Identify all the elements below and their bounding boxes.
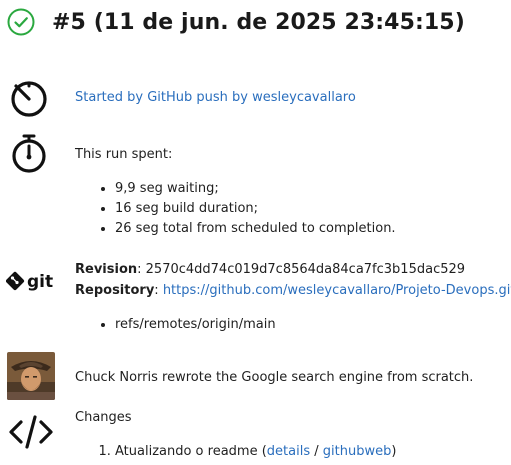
timing-item: 9,9 seg waiting;: [115, 179, 396, 199]
ref-item: refs/remotes/origin/main: [115, 315, 276, 335]
timing-item: 26 seg total from scheduled to completio…: [115, 219, 396, 239]
revision-line: Revision: 2570c4dd74c019d7c8564da84ca7fc…: [75, 262, 465, 277]
git-logo-icon: git: [5, 270, 56, 296]
githubweb-link[interactable]: githubweb: [323, 444, 392, 459]
change-separator: /: [310, 444, 323, 459]
trigger-link[interactable]: Started by GitHub push by wesleycavallar…: [75, 90, 356, 105]
chuck-norris-avatar: [7, 352, 55, 400]
change-text: Atualizando o readme (: [115, 444, 267, 459]
timing-intro: This run spent:: [75, 147, 173, 162]
repository-separator: :: [154, 283, 163, 298]
stopwatch-icon: [8, 133, 50, 179]
code-icon: [8, 414, 54, 454]
repository-label: Repository: [75, 283, 155, 298]
success-check-icon: [6, 7, 36, 37]
repository-link[interactable]: https://github.com/wesleycavallaro/Proje…: [163, 283, 511, 298]
change-item: Atualizando o readme (details / githubwe…: [115, 442, 396, 462]
build-title: #5 (11 de jun. de 2025 23:45:15): [52, 9, 465, 35]
changes-list: Atualizando o readme (details / githubwe…: [101, 442, 396, 462]
refs-list: refs/remotes/origin/main: [101, 315, 276, 335]
chuck-norris-fact: Chuck Norris rewrote the Google search e…: [75, 370, 474, 385]
change-end: ): [391, 444, 397, 459]
timing-list: 9,9 seg waiting; 16 seg build duration; …: [101, 179, 396, 239]
details-link[interactable]: details: [267, 444, 310, 459]
svg-text:git: git: [27, 272, 53, 292]
revision-label: Revision: [75, 262, 138, 277]
timer-icon: [8, 77, 50, 123]
timing-item: 16 seg build duration;: [115, 199, 396, 219]
build-header: #5 (11 de jun. de 2025 23:45:15): [6, 6, 465, 38]
revision-value: : 2570c4dd74c019d7c8564da84ca7fc3b15dac5…: [137, 262, 466, 277]
changes-title: Changes: [75, 410, 132, 425]
repository-line: Repository: https://github.com/wesleycav…: [75, 283, 511, 298]
